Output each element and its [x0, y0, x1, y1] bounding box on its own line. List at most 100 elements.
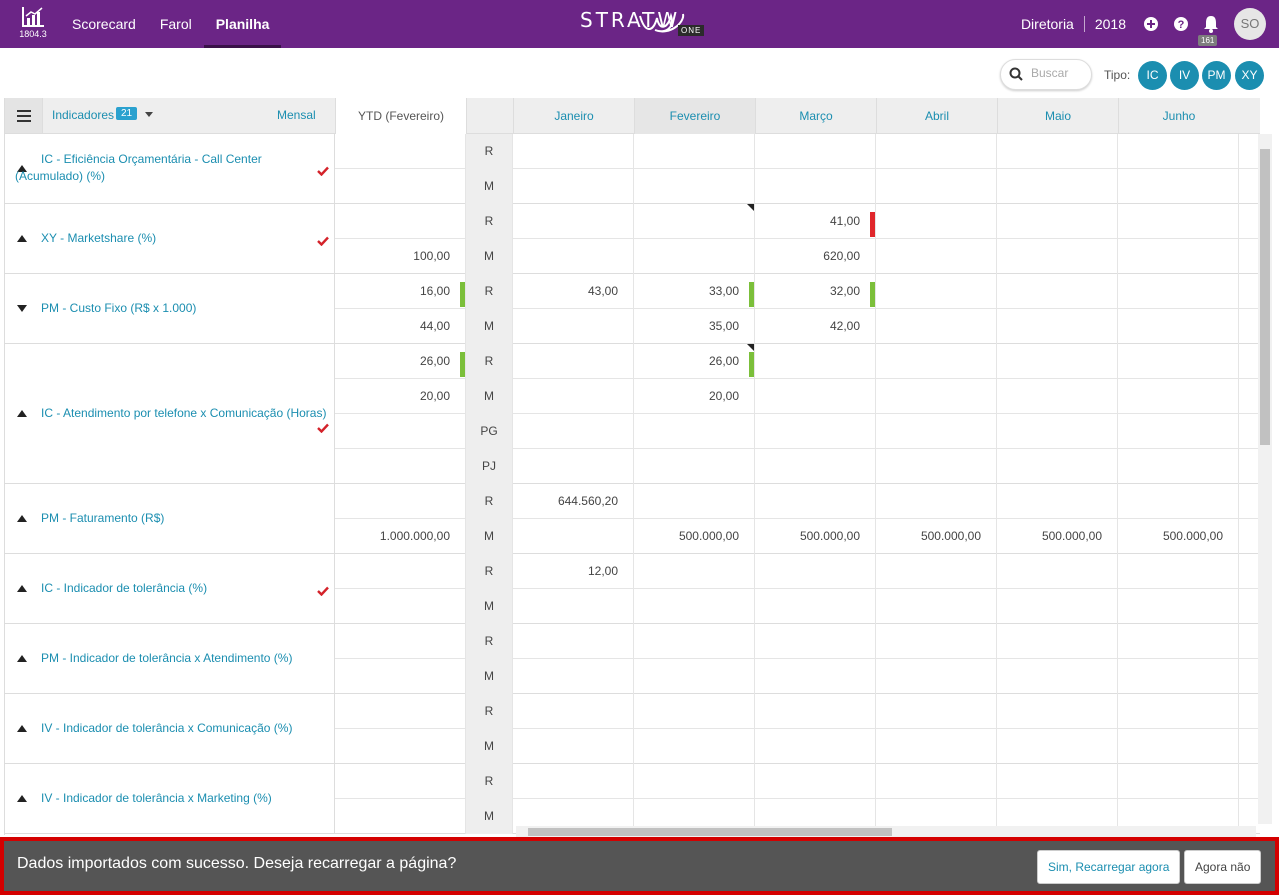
- horizontal-scroll-thumb[interactable]: [528, 828, 892, 836]
- nav-scorecard[interactable]: Scorecard: [60, 0, 148, 48]
- grid-menu-button[interactable]: [5, 98, 43, 133]
- month-value-cell[interactable]: [634, 694, 755, 729]
- month-value-cell[interactable]: [513, 729, 634, 764]
- periodicity-selector[interactable]: Mensal: [277, 108, 316, 122]
- ytd-value-cell[interactable]: [335, 764, 466, 799]
- month-value-cell[interactable]: [1118, 379, 1239, 414]
- month-value-cell[interactable]: [1118, 659, 1239, 694]
- month-value-cell[interactable]: [997, 624, 1118, 659]
- month-value-cell[interactable]: [1118, 344, 1239, 379]
- month-value-cell[interactable]: [513, 414, 634, 449]
- tipo-filter-pm[interactable]: PM: [1202, 61, 1231, 90]
- month-value-cell[interactable]: [876, 764, 997, 799]
- indicator-name-link[interactable]: IC - Indicador de tolerância (%): [41, 580, 207, 597]
- month-value-cell[interactable]: [997, 274, 1118, 309]
- month-value-cell[interactable]: [1118, 169, 1239, 204]
- month-value-cell[interactable]: [876, 694, 997, 729]
- ytd-value-cell[interactable]: [335, 414, 466, 449]
- tipo-filter-xy[interactable]: XY: [1235, 61, 1264, 90]
- month-value-cell[interactable]: [997, 309, 1118, 344]
- month-value-cell[interactable]: [997, 134, 1118, 169]
- indicator-name-link[interactable]: IC - Atendimento por telefone x Comunica…: [41, 405, 326, 422]
- ytd-value-cell[interactable]: [335, 169, 466, 204]
- indicator-name-link[interactable]: IV - Indicador de tolerância x Comunicaç…: [41, 720, 292, 737]
- month-value-cell[interactable]: [634, 484, 755, 519]
- month-value-cell[interactable]: [513, 134, 634, 169]
- month-header[interactable]: Junho: [1118, 98, 1239, 134]
- month-value-cell[interactable]: 32,00: [755, 274, 876, 309]
- month-value-cell[interactable]: [634, 204, 755, 239]
- month-value-cell[interactable]: [1118, 694, 1239, 729]
- month-value-cell[interactable]: [755, 449, 876, 484]
- month-value-cell[interactable]: [997, 344, 1118, 379]
- tipo-filter-ic[interactable]: IC: [1138, 61, 1167, 90]
- month-value-cell[interactable]: 42,00: [755, 309, 876, 344]
- month-value-cell[interactable]: [513, 624, 634, 659]
- ytd-value-cell[interactable]: [335, 204, 466, 239]
- ytd-value-cell[interactable]: 44,00: [335, 309, 466, 344]
- month-value-cell[interactable]: [876, 134, 997, 169]
- tipo-filter-iv[interactable]: IV: [1170, 61, 1199, 90]
- month-value-cell[interactable]: [513, 694, 634, 729]
- month-value-cell[interactable]: [997, 659, 1118, 694]
- month-value-cell[interactable]: [997, 729, 1118, 764]
- month-value-cell[interactable]: [1118, 309, 1239, 344]
- month-value-cell[interactable]: [513, 519, 634, 554]
- indicator-name-link[interactable]: IC - Eficiência Orçamentária - Call Cent…: [15, 151, 331, 185]
- month-value-cell[interactable]: [997, 414, 1118, 449]
- month-value-cell[interactable]: [1118, 624, 1239, 659]
- indicator-name-link[interactable]: PM - Indicador de tolerância x Atendimen…: [41, 650, 292, 667]
- month-value-cell[interactable]: [513, 239, 634, 274]
- month-value-cell[interactable]: [755, 169, 876, 204]
- month-value-cell[interactable]: 500.000,00: [1118, 519, 1239, 554]
- month-header[interactable]: Janeiro: [513, 98, 634, 134]
- month-value-cell[interactable]: [876, 554, 997, 589]
- indicators-label[interactable]: Indicadores: [52, 108, 114, 122]
- month-value-cell[interactable]: [876, 169, 997, 204]
- indicator-name-link[interactable]: PM - Faturamento (R$): [41, 510, 164, 527]
- month-value-cell[interactable]: [755, 659, 876, 694]
- comment-marker-icon[interactable]: [747, 344, 754, 351]
- month-value-cell[interactable]: [513, 169, 634, 204]
- month-value-cell[interactable]: [513, 589, 634, 624]
- month-value-cell[interactable]: [1118, 449, 1239, 484]
- indicator-name-link[interactable]: XY - Marketshare (%): [41, 230, 156, 247]
- ytd-value-cell[interactable]: [335, 799, 466, 834]
- bell-icon[interactable]: [1201, 14, 1221, 34]
- month-value-cell[interactable]: 20,00: [634, 379, 755, 414]
- month-value-cell[interactable]: [876, 659, 997, 694]
- month-value-cell[interactable]: [1118, 484, 1239, 519]
- month-value-cell[interactable]: [513, 764, 634, 799]
- month-value-cell[interactable]: [755, 379, 876, 414]
- month-value-cell[interactable]: [997, 239, 1118, 274]
- ytd-value-cell[interactable]: 100,00: [335, 239, 466, 274]
- month-value-cell[interactable]: 26,00: [634, 344, 755, 379]
- year-selector[interactable]: 2018: [1085, 16, 1136, 32]
- month-value-cell[interactable]: [755, 589, 876, 624]
- month-value-cell[interactable]: [755, 134, 876, 169]
- month-value-cell[interactable]: [513, 309, 634, 344]
- month-value-cell[interactable]: [755, 729, 876, 764]
- app-logo[interactable]: 1804.3: [16, 6, 50, 39]
- month-value-cell[interactable]: [634, 414, 755, 449]
- month-value-cell[interactable]: [997, 484, 1118, 519]
- month-value-cell[interactable]: [755, 624, 876, 659]
- month-value-cell[interactable]: 41,00: [755, 204, 876, 239]
- month-value-cell[interactable]: [876, 309, 997, 344]
- month-value-cell[interactable]: [876, 414, 997, 449]
- ytd-value-cell[interactable]: [335, 554, 466, 589]
- month-value-cell[interactable]: [997, 379, 1118, 414]
- month-value-cell[interactable]: [513, 659, 634, 694]
- month-value-cell[interactable]: [876, 379, 997, 414]
- month-value-cell[interactable]: 35,00: [634, 309, 755, 344]
- month-value-cell[interactable]: [755, 694, 876, 729]
- month-value-cell[interactable]: 12,00: [513, 554, 634, 589]
- month-value-cell[interactable]: [997, 169, 1118, 204]
- month-value-cell[interactable]: [997, 694, 1118, 729]
- month-value-cell[interactable]: [876, 239, 997, 274]
- ytd-value-cell[interactable]: [335, 449, 466, 484]
- month-value-cell[interactable]: 500.000,00: [876, 519, 997, 554]
- month-value-cell[interactable]: [755, 484, 876, 519]
- month-value-cell[interactable]: [876, 589, 997, 624]
- ytd-value-cell[interactable]: [335, 659, 466, 694]
